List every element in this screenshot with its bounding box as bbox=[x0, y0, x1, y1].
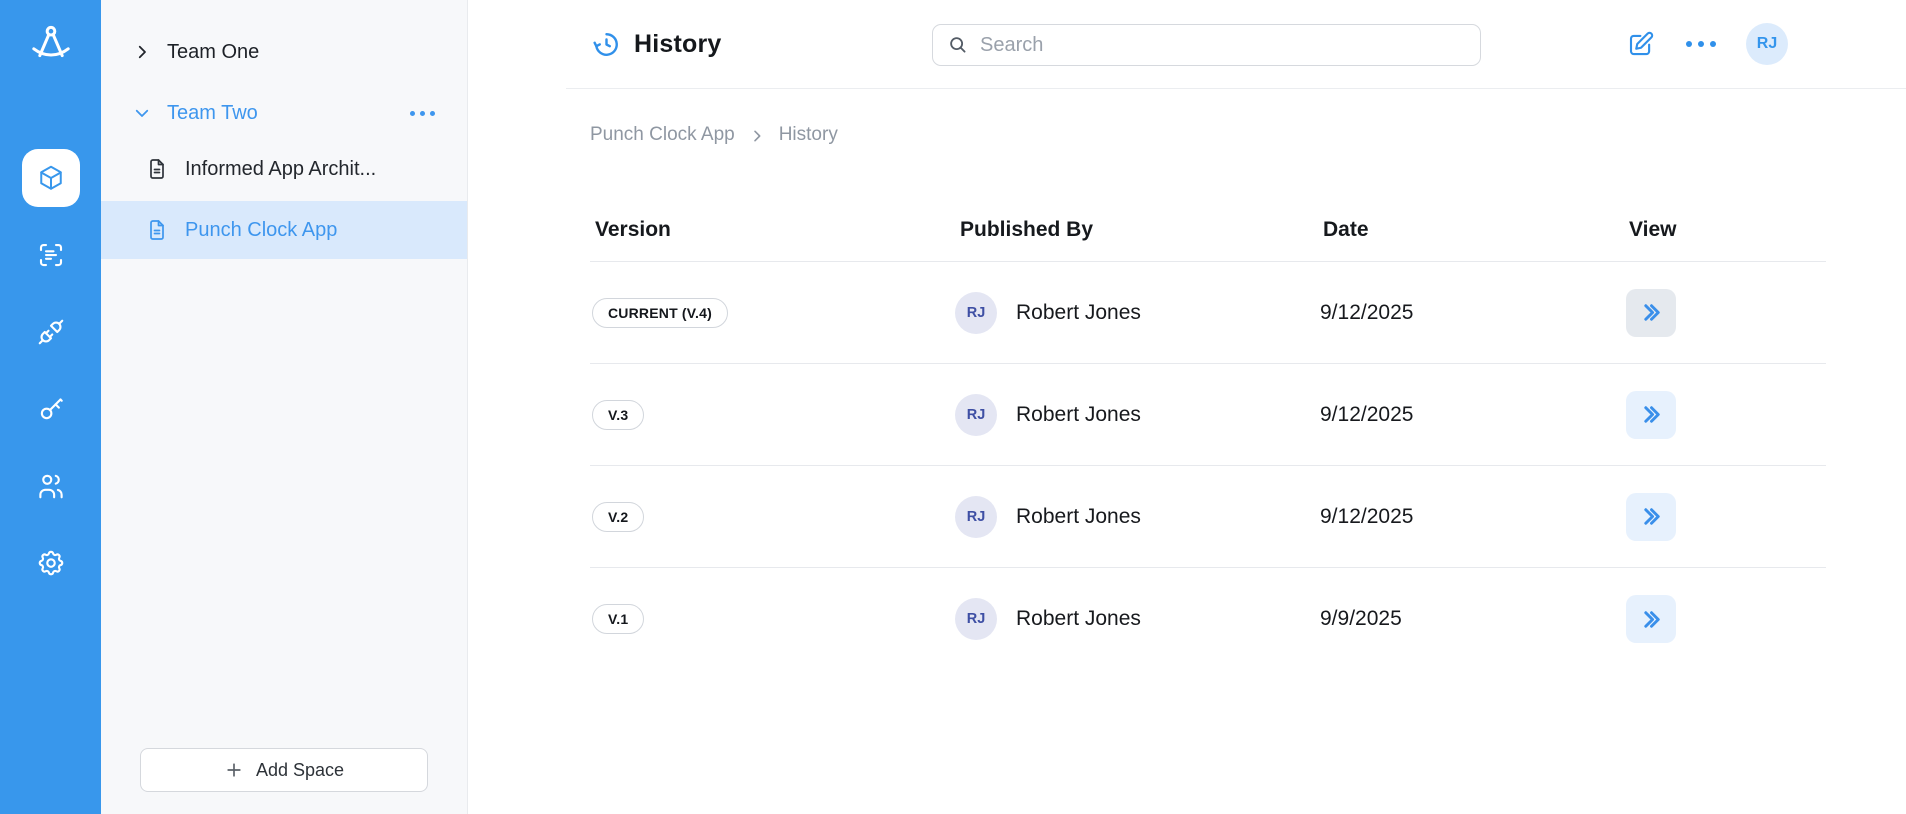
sidebar-item-punch-clock-app[interactable]: Punch Clock App bbox=[101, 201, 467, 259]
publish-date: 9/9/2025 bbox=[1318, 607, 1624, 631]
publisher-avatar: RJ bbox=[955, 598, 997, 640]
edit-button[interactable] bbox=[1626, 29, 1656, 59]
rail-item-keys[interactable] bbox=[22, 380, 80, 438]
view-version-button[interactable] bbox=[1626, 595, 1676, 643]
users-icon bbox=[36, 471, 66, 501]
publish-date: 9/12/2025 bbox=[1318, 301, 1624, 325]
chevron-right-icon bbox=[133, 43, 151, 61]
double-chevron-right-icon bbox=[1639, 300, 1664, 325]
column-header-view: View bbox=[1624, 218, 1826, 242]
sidebar-item-team-one[interactable]: Team One bbox=[101, 28, 467, 76]
app-logo-compass-icon[interactable] bbox=[27, 22, 75, 70]
history-icon bbox=[592, 30, 621, 59]
rail-item-scan[interactable] bbox=[22, 226, 80, 284]
plug-icon bbox=[36, 317, 66, 347]
column-header-version: Version bbox=[590, 218, 955, 242]
table-row: V.3 RJ Robert Jones 9/12/2025 bbox=[590, 364, 1826, 466]
team-one-label: Team One bbox=[167, 41, 259, 64]
publish-date: 9/12/2025 bbox=[1318, 403, 1624, 427]
add-space-label: Add Space bbox=[256, 760, 344, 781]
document-icon bbox=[145, 157, 169, 181]
team-two-label: Team Two bbox=[167, 102, 258, 125]
document-label: Informed App Archit... bbox=[185, 158, 376, 181]
column-header-published-by: Published By bbox=[955, 218, 1318, 242]
team-two-options-icon[interactable] bbox=[406, 107, 439, 120]
scan-text-icon bbox=[36, 240, 66, 270]
double-chevron-right-icon bbox=[1639, 402, 1664, 427]
publisher-name: Robert Jones bbox=[1016, 301, 1141, 325]
view-version-button[interactable] bbox=[1626, 493, 1676, 541]
search-input[interactable] bbox=[980, 34, 1466, 57]
breadcrumb-punch-clock-app[interactable]: Punch Clock App bbox=[590, 124, 735, 146]
header-actions: RJ bbox=[1626, 0, 1788, 88]
publisher-name: Robert Jones bbox=[1016, 505, 1141, 529]
edit-pencil-icon bbox=[1626, 29, 1656, 59]
publisher-avatar: RJ bbox=[955, 496, 997, 538]
app-window: Team One Team Two Informed App Archit... bbox=[0, 0, 1906, 814]
cube-icon bbox=[36, 163, 66, 193]
version-badge: V.1 bbox=[592, 604, 644, 634]
rail-item-integrations[interactable] bbox=[22, 303, 80, 361]
column-header-date: Date bbox=[1318, 218, 1624, 242]
table-row: CURRENT (V.4) RJ Robert Jones 9/12/2025 bbox=[590, 262, 1826, 364]
double-chevron-right-icon bbox=[1639, 607, 1664, 632]
chevron-right-icon bbox=[749, 128, 765, 144]
publisher-avatar: RJ bbox=[955, 292, 997, 334]
app-rail bbox=[0, 0, 101, 814]
search-icon bbox=[947, 34, 969, 56]
breadcrumb-history: History bbox=[779, 124, 838, 146]
add-space-button[interactable]: Add Space bbox=[140, 748, 428, 792]
table-row: V.2 RJ Robert Jones 9/12/2025 bbox=[590, 466, 1826, 568]
document-icon bbox=[145, 218, 169, 242]
double-chevron-right-icon bbox=[1639, 504, 1664, 529]
publisher-avatar: RJ bbox=[955, 394, 997, 436]
table-header-row: Version Published By Date View bbox=[590, 198, 1826, 262]
version-badge: CURRENT (V.4) bbox=[592, 298, 728, 328]
rail-item-spaces[interactable] bbox=[22, 149, 80, 207]
table-row: V.1 RJ Robert Jones 9/9/2025 bbox=[590, 568, 1826, 670]
version-badge: V.3 bbox=[592, 400, 644, 430]
more-options-button[interactable] bbox=[1680, 35, 1722, 53]
key-icon bbox=[36, 394, 66, 424]
document-label: Punch Clock App bbox=[185, 219, 337, 242]
search-box[interactable] bbox=[932, 24, 1481, 66]
version-badge: V.2 bbox=[592, 502, 644, 532]
publisher-name: Robert Jones bbox=[1016, 403, 1141, 427]
sidebar: Team One Team Two Informed App Archit... bbox=[101, 0, 468, 814]
publisher-name: Robert Jones bbox=[1016, 607, 1141, 631]
user-avatar[interactable]: RJ bbox=[1746, 23, 1788, 65]
main-content: History RJ bbox=[468, 0, 1906, 814]
publish-date: 9/12/2025 bbox=[1318, 505, 1624, 529]
view-version-button[interactable] bbox=[1626, 391, 1676, 439]
version-history-table: Version Published By Date View CURRENT (… bbox=[590, 198, 1826, 670]
sidebar-item-informed-app-architecture[interactable]: Informed App Archit... bbox=[101, 140, 467, 198]
gear-icon bbox=[36, 548, 66, 578]
breadcrumb: Punch Clock App History bbox=[590, 122, 1906, 148]
rail-item-members[interactable] bbox=[22, 457, 80, 515]
page-title: History bbox=[634, 30, 722, 59]
sidebar-item-team-two[interactable]: Team Two bbox=[101, 89, 467, 137]
plus-icon bbox=[224, 760, 244, 780]
chevron-down-icon bbox=[133, 104, 151, 122]
view-version-button[interactable] bbox=[1626, 289, 1676, 337]
rail-item-settings[interactable] bbox=[22, 534, 80, 592]
main-header: History RJ bbox=[566, 0, 1906, 89]
